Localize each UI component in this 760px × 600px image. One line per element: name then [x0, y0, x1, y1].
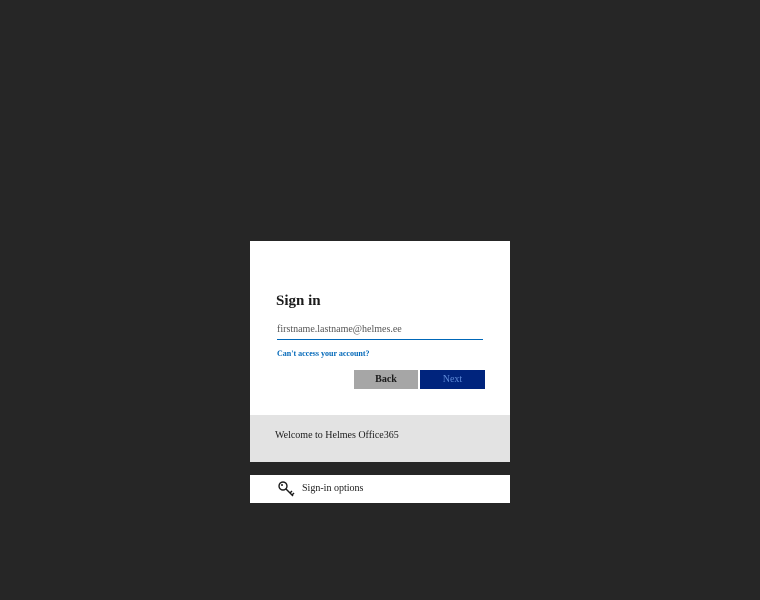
welcome-text: Welcome to Helmes Office365	[275, 430, 399, 441]
sign-in-options-button[interactable]: Sign-in options	[250, 475, 510, 503]
welcome-banner: Welcome to Helmes Office365	[250, 415, 510, 462]
sign-in-panel: Sign in Can't access your account? Back …	[250, 241, 510, 415]
email-field[interactable]	[277, 319, 483, 340]
sign-in-card: Sign in Can't access your account? Back …	[250, 241, 510, 462]
page-title: Sign in	[276, 293, 321, 309]
sign-in-options-label: Sign-in options	[302, 483, 364, 494]
back-button[interactable]: Back	[354, 370, 418, 389]
next-button[interactable]: Next	[420, 370, 485, 389]
key-icon	[278, 481, 295, 497]
cant-access-account-link[interactable]: Can't access your account?	[277, 349, 370, 358]
